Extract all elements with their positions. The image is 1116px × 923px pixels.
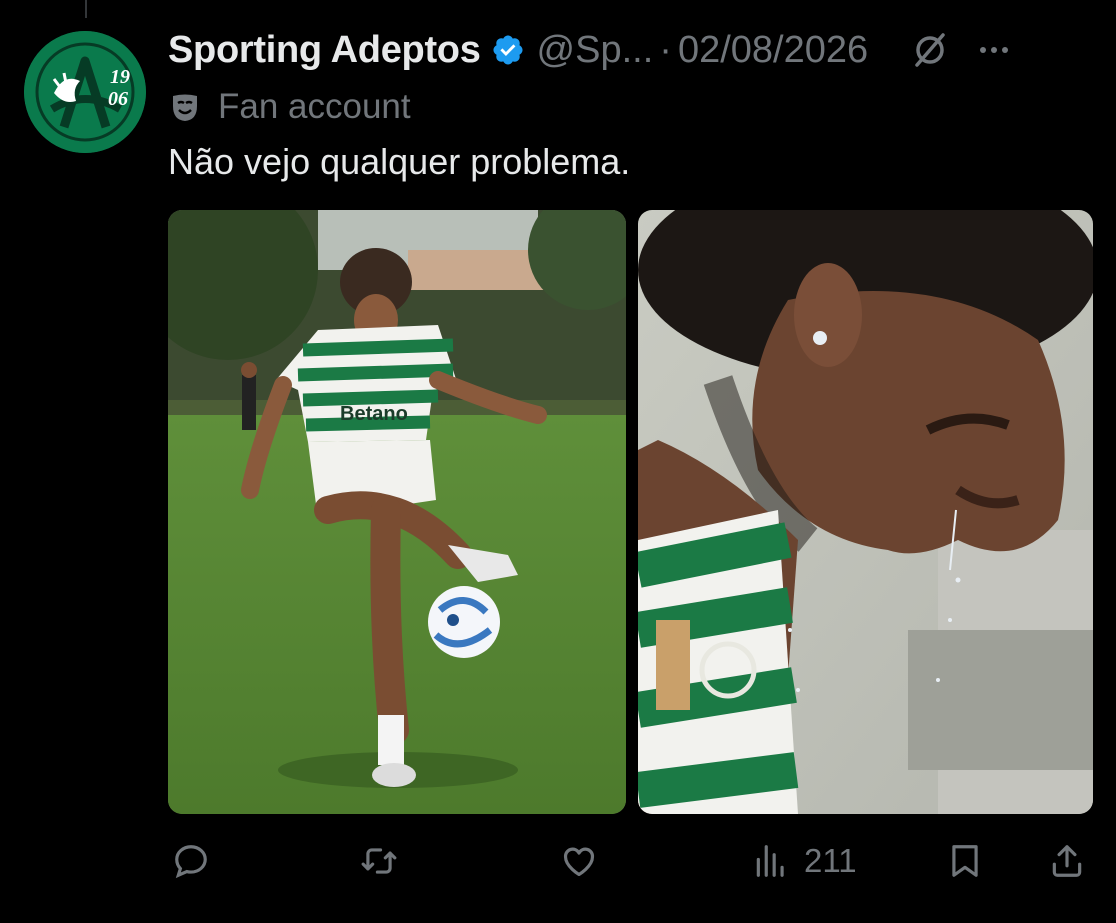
like-button[interactable] [560, 836, 598, 886]
account-label: Fan account [168, 84, 411, 130]
bar-chart-icon [752, 842, 790, 880]
thread-connector-line [85, 0, 87, 18]
theater-mask-icon [168, 90, 202, 124]
media-image-1[interactable]: Betano [168, 210, 626, 814]
retweet-button[interactable] [360, 836, 398, 886]
avatar[interactable]: 19 06 [24, 31, 146, 153]
grok-icon[interactable] [910, 30, 950, 70]
retweet-icon [360, 842, 398, 880]
verified-badge-icon[interactable] [491, 33, 525, 67]
tweet-header: Sporting Adeptos @Sp... · 02/08/2026 [168, 24, 1096, 76]
more-options-icon[interactable] [976, 32, 1012, 68]
share-button[interactable] [1048, 836, 1086, 886]
display-name[interactable]: Sporting Adeptos [168, 29, 481, 72]
heart-icon [560, 842, 598, 880]
speech-bubble-icon [172, 842, 210, 880]
shirt-sponsor-text: Betano [340, 403, 408, 425]
tweet-actions-bar: 211 [168, 836, 1088, 886]
bookmark-button[interactable] [946, 836, 984, 886]
share-icon [1048, 842, 1086, 880]
media-image-2[interactable] [638, 210, 1093, 814]
bookmark-icon [946, 842, 984, 880]
tweet-date[interactable]: 02/08/2026 [678, 29, 868, 72]
views-count: 211 [804, 842, 857, 879]
user-handle[interactable]: @Sp... [537, 29, 654, 72]
separator-dot: · [659, 28, 672, 71]
views-button[interactable]: 211 [752, 836, 857, 886]
avatar-year-bottom: 06 [108, 88, 128, 110]
avatar-year-top: 19 [110, 66, 130, 88]
fan-account-label: Fan account [218, 87, 411, 126]
sporting-crest-logo: 19 06 [24, 31, 146, 153]
reply-button[interactable] [172, 836, 210, 886]
tweet-text: Não vejo qualquer problema. [168, 141, 631, 182]
